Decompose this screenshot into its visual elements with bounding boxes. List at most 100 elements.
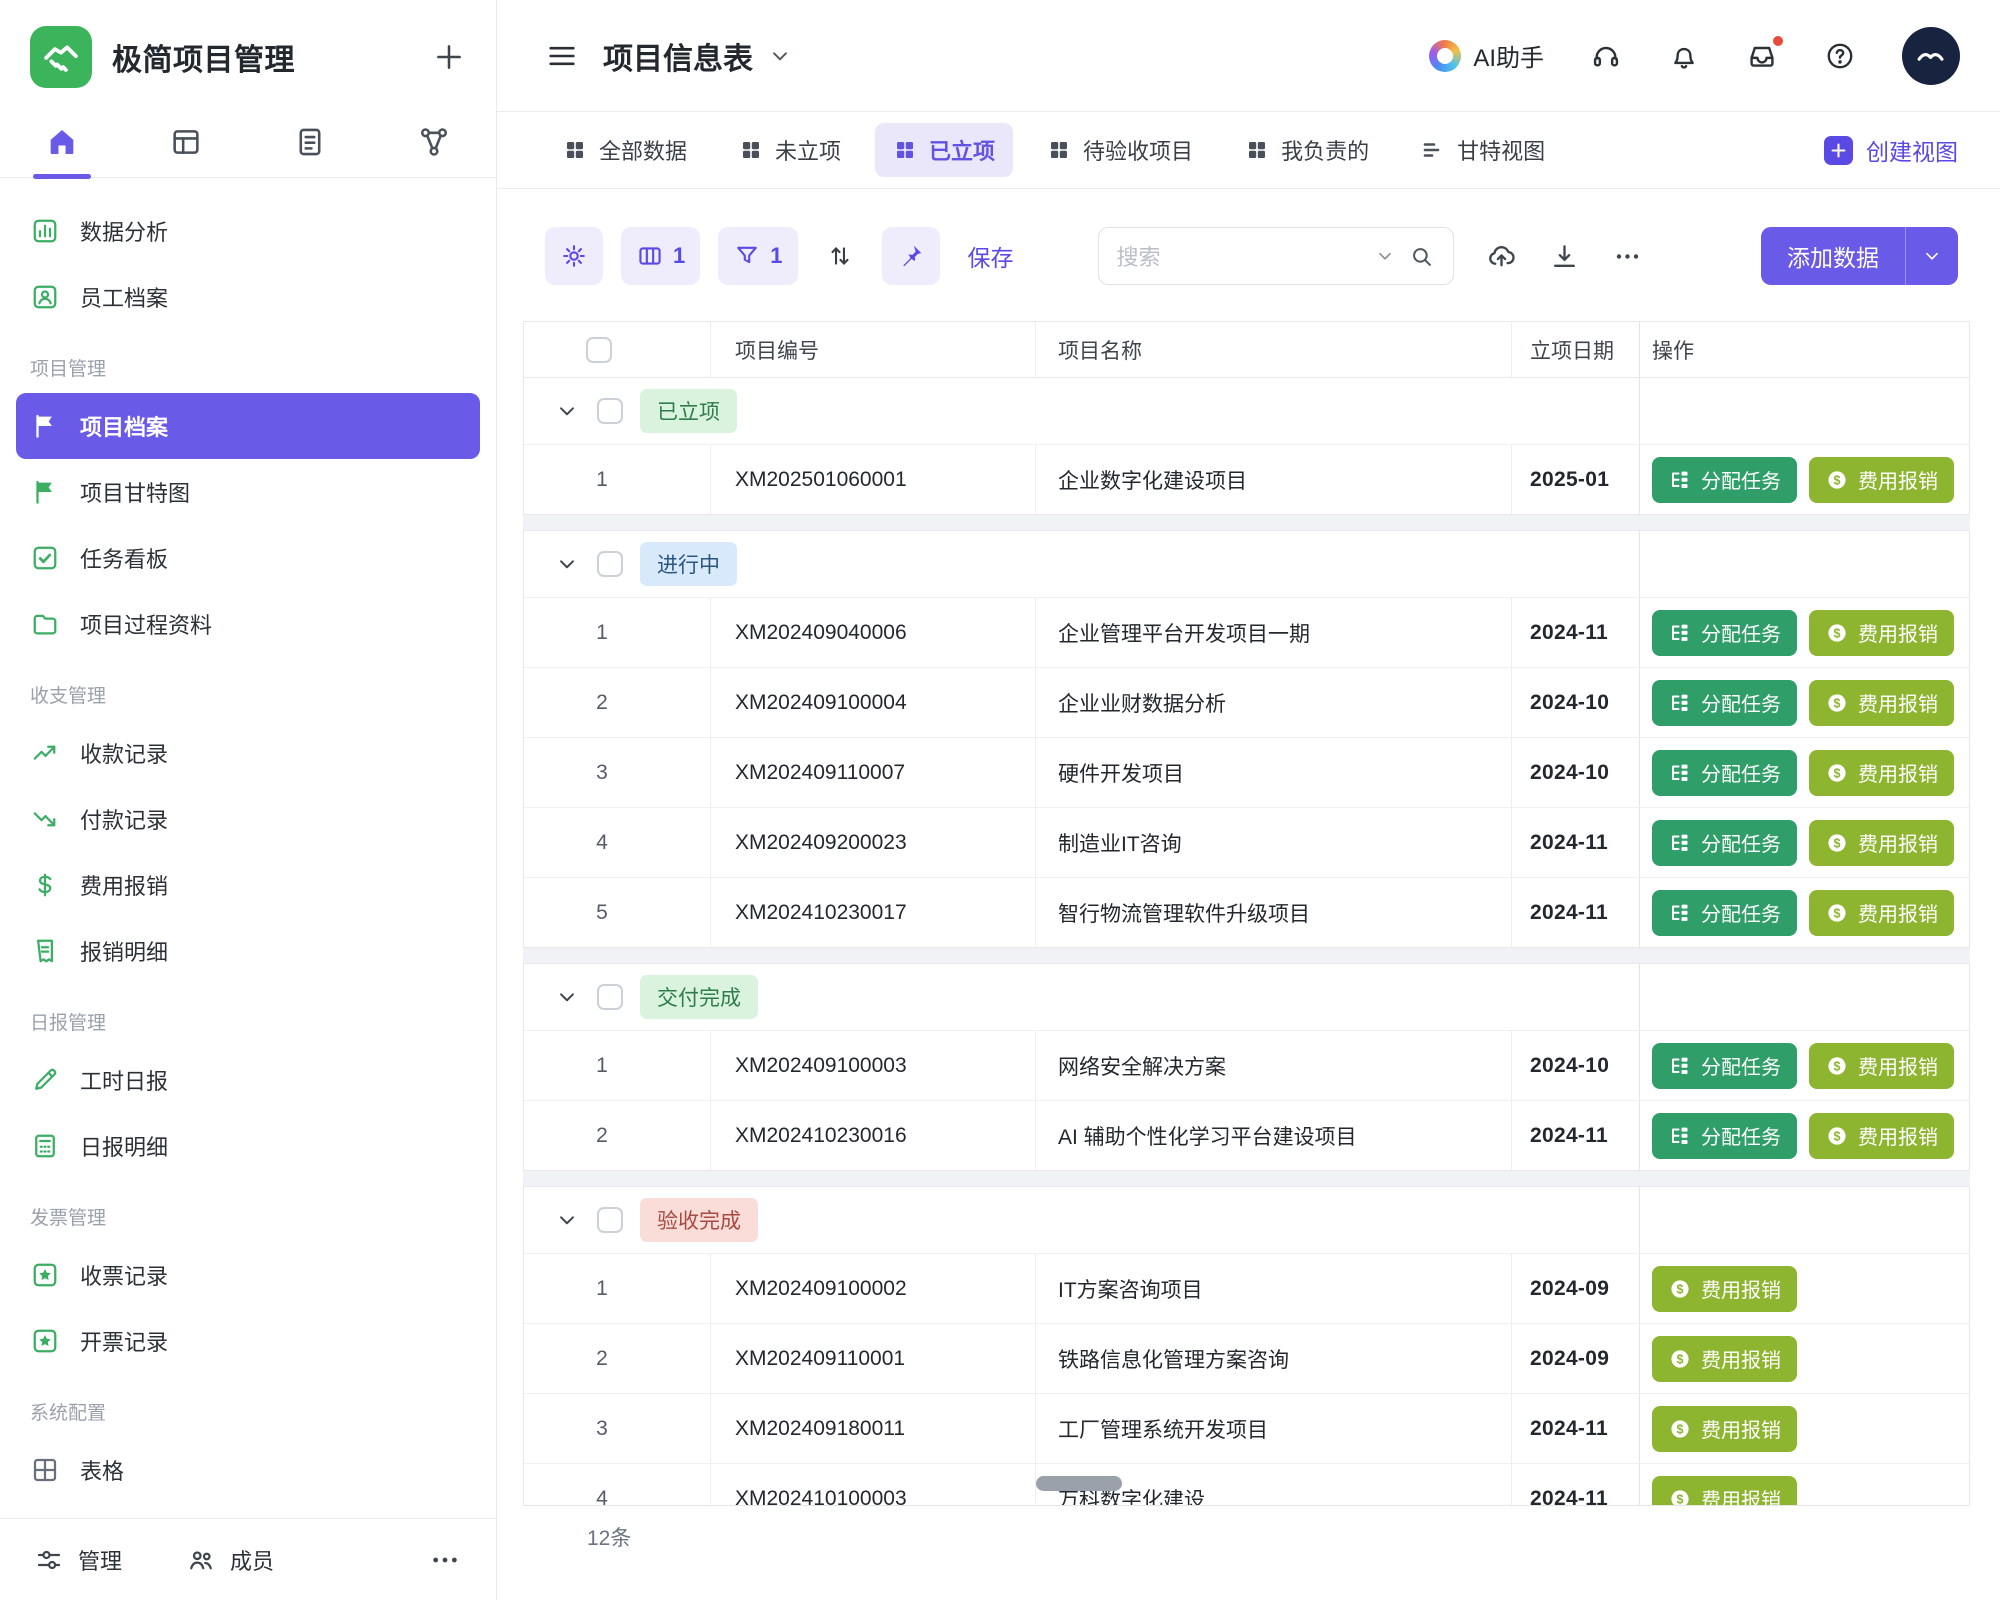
expense-claim-button[interactable]: $费用报销 (1809, 1043, 1954, 1089)
table-row[interactable]: 1 XM202409040006 企业管理平台开发项目一期 2024-11 分配… (524, 597, 1969, 667)
sidebar-tab-docs[interactable] (267, 106, 353, 178)
group-checkbox[interactable] (597, 398, 623, 424)
page-title-dropdown[interactable]: 项目信息表 (603, 34, 793, 78)
download-icon[interactable] (1549, 241, 1580, 272)
create-view-button[interactable]: 创建视图 (1824, 133, 1958, 167)
sidebar-item[interactable]: 开票记录 (16, 1308, 480, 1374)
column-header-project-name[interactable]: 项目名称 (1035, 322, 1511, 377)
view-tab-bar: 全部数据未立项已立项待验收项目我负责的甘特视图 创建视图 (497, 112, 2000, 189)
collapse-chevron-icon[interactable] (554, 551, 580, 577)
assign-task-button[interactable]: 分配任务 (1652, 680, 1797, 726)
view-tab[interactable]: 待验收项目 (1029, 123, 1211, 177)
ai-assistant-button[interactable]: AI助手 (1429, 38, 1544, 73)
assign-task-button[interactable]: 分配任务 (1652, 1113, 1797, 1159)
user-avatar[interactable] (1902, 27, 1960, 85)
filter-button[interactable]: 1 (718, 227, 797, 285)
sidebar-item[interactable]: 项目档案 (16, 393, 480, 459)
pin-button[interactable] (882, 227, 940, 285)
assign-task-button[interactable]: 分配任务 (1652, 890, 1797, 936)
sort-button[interactable] (816, 227, 864, 285)
group-checkbox[interactable] (597, 984, 623, 1010)
table-row[interactable]: 2 XM202409110001 铁路信息化管理方案咨询 2024-09 $费用… (524, 1323, 1969, 1393)
add-data-dropdown[interactable] (1906, 245, 1958, 267)
add-data-button[interactable]: 添加数据 (1761, 227, 1958, 285)
view-tab[interactable]: 我负责的 (1227, 123, 1387, 177)
expense-claim-button[interactable]: $费用报销 (1652, 1476, 1797, 1506)
expense-claim-button[interactable]: $费用报销 (1809, 820, 1954, 866)
sidebar-item[interactable]: 表格 (16, 1437, 480, 1503)
expense-claim-button[interactable]: $费用报销 (1809, 1113, 1954, 1159)
sidebar-item[interactable]: 收款记录 (16, 720, 480, 786)
assign-task-button[interactable]: 分配任务 (1652, 610, 1797, 656)
assign-task-button[interactable]: 分配任务 (1652, 1043, 1797, 1089)
expense-claim-button[interactable]: $费用报销 (1809, 457, 1954, 503)
expense-claim-button[interactable]: $费用报销 (1652, 1336, 1797, 1382)
table-row[interactable]: 2 XM202409100004 企业业财数据分析 2024-10 分配任务$费… (524, 667, 1969, 737)
table-row[interactable]: 4 XM202409200023 制造业IT咨询 2024-11 分配任务$费用… (524, 807, 1969, 877)
inbox-button[interactable] (1746, 40, 1778, 72)
assign-task-button[interactable]: 分配任务 (1652, 750, 1797, 796)
sidebar-item[interactable]: 付款记录 (16, 786, 480, 852)
sidebar-item[interactable]: 收票记录 (16, 1242, 480, 1308)
sidebar-item[interactable]: 费用报销 (16, 852, 480, 918)
table-row[interactable]: 2 XM202410230016 AI 辅助个性化学习平台建设项目 2024-1… (524, 1100, 1969, 1170)
more-actions-icon[interactable] (1612, 241, 1643, 272)
sidebar-tab-flows[interactable] (391, 106, 477, 178)
expense-claim-button[interactable]: $费用报销 (1809, 890, 1954, 936)
support-headset-icon[interactable] (1590, 40, 1622, 72)
collapse-chevron-icon[interactable] (554, 984, 580, 1010)
sidebar-item[interactable]: 流程 (16, 1503, 480, 1518)
view-tab[interactable]: 甘特视图 (1403, 123, 1563, 177)
view-tab[interactable]: 已立项 (875, 123, 1013, 177)
save-button[interactable]: 保存 (968, 239, 1014, 273)
members-button[interactable]: 成员 (186, 1544, 274, 1576)
table-row[interactable]: 3 XM202409110007 硬件开发项目 2024-10 分配任务$费用报… (524, 737, 1969, 807)
table-row[interactable]: 1 XM202409100002 IT方案咨询项目 2024-09 $费用报销 (524, 1253, 1969, 1323)
manage-button[interactable]: 管理 (34, 1544, 122, 1576)
table-row[interactable]: 3 XM202409180011 工厂管理系统开发项目 2024-11 $费用报… (524, 1393, 1969, 1463)
column-header-start-date[interactable]: 立项日期 (1511, 322, 1639, 377)
help-icon[interactable] (1824, 40, 1856, 72)
collapse-chevron-icon[interactable] (554, 1207, 580, 1233)
sidebar-tab-home[interactable] (19, 106, 105, 178)
chevron-down-icon (1921, 245, 1943, 267)
sidebar-tab-tables[interactable] (143, 106, 229, 178)
view-tab[interactable]: 未立项 (721, 123, 859, 177)
notifications-bell-icon[interactable] (1668, 40, 1700, 72)
sidebar-item[interactable]: 任务看板 (16, 525, 480, 591)
table-row[interactable]: 1 XM202409100003 网络安全解决方案 2024-10 分配任务$费… (524, 1030, 1969, 1100)
column-header-project-id[interactable]: 项目编号 (710, 322, 1035, 377)
collapse-chevron-icon[interactable] (554, 398, 580, 424)
expense-claim-button[interactable]: $费用报销 (1652, 1266, 1797, 1312)
sidebar-item[interactable]: 员工档案 (16, 264, 480, 330)
sidebar-item[interactable]: 数据分析 (16, 198, 480, 264)
select-all-checkbox[interactable] (586, 337, 612, 363)
settings-button[interactable] (545, 227, 603, 285)
search-input[interactable]: 搜索 (1098, 227, 1454, 285)
hamburger-menu-icon[interactable] (545, 39, 579, 73)
sidebar-item[interactable]: 工时日报 (16, 1047, 480, 1113)
search-icon[interactable] (1408, 243, 1435, 270)
assign-task-button[interactable]: 分配任务 (1652, 820, 1797, 866)
add-workspace-icon[interactable] (432, 40, 466, 74)
horizontal-scrollbar[interactable] (1036, 1476, 1122, 1491)
sidebar-item[interactable]: 项目过程资料 (16, 591, 480, 657)
field-config-button[interactable]: 1 (621, 227, 700, 285)
table-row[interactable]: 4 XM202410100003 万科数字化建设 2024-11 $费用报销 (524, 1463, 1969, 1505)
more-icon[interactable] (428, 1543, 462, 1577)
table-row[interactable]: 5 XM202410230017 智行物流管理软件升级项目 2024-11 分配… (524, 877, 1969, 947)
sidebar-item[interactable]: 项目甘特图 (16, 459, 480, 525)
expense-claim-button[interactable]: $费用报销 (1809, 680, 1954, 726)
expense-claim-button[interactable]: $费用报销 (1809, 750, 1954, 796)
upload-icon[interactable] (1486, 241, 1517, 272)
table-row[interactable]: 1 XM202501060001 企业数字化建设项目 2025-01 分配任务$… (524, 444, 1969, 514)
group-checkbox[interactable] (597, 1207, 623, 1233)
view-tab[interactable]: 全部数据 (545, 123, 705, 177)
expense-claim-button[interactable]: $费用报销 (1809, 610, 1954, 656)
sidebar-item[interactable]: 报销明细 (16, 918, 480, 984)
group-checkbox[interactable] (597, 551, 623, 577)
chevron-down-icon[interactable] (1374, 245, 1396, 267)
expense-claim-button[interactable]: $费用报销 (1652, 1406, 1797, 1452)
assign-task-button[interactable]: 分配任务 (1652, 457, 1797, 503)
sidebar-item[interactable]: 日报明细 (16, 1113, 480, 1179)
